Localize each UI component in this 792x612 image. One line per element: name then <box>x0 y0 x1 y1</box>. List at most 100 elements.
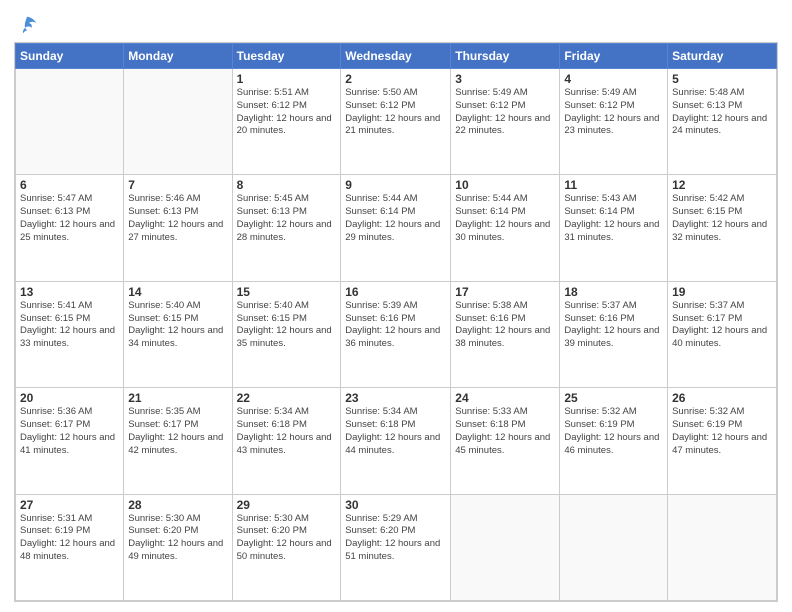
logo <box>14 14 38 36</box>
day-number: 6 <box>20 178 119 192</box>
day-info: Sunrise: 5:50 AM Sunset: 6:12 PM Dayligh… <box>345 87 446 138</box>
calendar-cell: 20Sunrise: 5:36 AM Sunset: 6:17 PM Dayli… <box>16 388 124 494</box>
calendar-cell: 7Sunrise: 5:46 AM Sunset: 6:13 PM Daylig… <box>124 175 232 281</box>
day-info: Sunrise: 5:49 AM Sunset: 6:12 PM Dayligh… <box>564 87 663 138</box>
calendar-cell: 12Sunrise: 5:42 AM Sunset: 6:15 PM Dayli… <box>668 175 777 281</box>
calendar-cell <box>560 494 668 600</box>
calendar: SundayMondayTuesdayWednesdayThursdayFrid… <box>14 42 778 602</box>
day-info: Sunrise: 5:51 AM Sunset: 6:12 PM Dayligh… <box>237 87 337 138</box>
day-of-week-header: Sunday <box>16 44 124 69</box>
day-info: Sunrise: 5:34 AM Sunset: 6:18 PM Dayligh… <box>237 406 337 457</box>
day-info: Sunrise: 5:44 AM Sunset: 6:14 PM Dayligh… <box>345 193 446 244</box>
day-info: Sunrise: 5:44 AM Sunset: 6:14 PM Dayligh… <box>455 193 555 244</box>
day-number: 21 <box>128 391 227 405</box>
day-of-week-header: Monday <box>124 44 232 69</box>
calendar-week-row: 27Sunrise: 5:31 AM Sunset: 6:19 PM Dayli… <box>16 494 777 600</box>
calendar-cell: 21Sunrise: 5:35 AM Sunset: 6:17 PM Dayli… <box>124 388 232 494</box>
day-info: Sunrise: 5:42 AM Sunset: 6:15 PM Dayligh… <box>672 193 772 244</box>
day-info: Sunrise: 5:34 AM Sunset: 6:18 PM Dayligh… <box>345 406 446 457</box>
day-number: 7 <box>128 178 227 192</box>
day-of-week-header: Wednesday <box>341 44 451 69</box>
day-info: Sunrise: 5:36 AM Sunset: 6:17 PM Dayligh… <box>20 406 119 457</box>
day-number: 24 <box>455 391 555 405</box>
calendar-cell: 25Sunrise: 5:32 AM Sunset: 6:19 PM Dayli… <box>560 388 668 494</box>
day-number: 20 <box>20 391 119 405</box>
day-info: Sunrise: 5:33 AM Sunset: 6:18 PM Dayligh… <box>455 406 555 457</box>
calendar-cell <box>668 494 777 600</box>
day-number: 16 <box>345 285 446 299</box>
calendar-cell: 22Sunrise: 5:34 AM Sunset: 6:18 PM Dayli… <box>232 388 341 494</box>
day-info: Sunrise: 5:47 AM Sunset: 6:13 PM Dayligh… <box>20 193 119 244</box>
day-number: 12 <box>672 178 772 192</box>
day-number: 28 <box>128 498 227 512</box>
calendar-cell: 13Sunrise: 5:41 AM Sunset: 6:15 PM Dayli… <box>16 281 124 387</box>
day-number: 13 <box>20 285 119 299</box>
day-info: Sunrise: 5:40 AM Sunset: 6:15 PM Dayligh… <box>237 300 337 351</box>
calendar-cell: 3Sunrise: 5:49 AM Sunset: 6:12 PM Daylig… <box>451 69 560 175</box>
day-of-week-header: Tuesday <box>232 44 341 69</box>
day-info: Sunrise: 5:46 AM Sunset: 6:13 PM Dayligh… <box>128 193 227 244</box>
day-number: 4 <box>564 72 663 86</box>
day-info: Sunrise: 5:45 AM Sunset: 6:13 PM Dayligh… <box>237 193 337 244</box>
day-number: 3 <box>455 72 555 86</box>
calendar-cell: 28Sunrise: 5:30 AM Sunset: 6:20 PM Dayli… <box>124 494 232 600</box>
day-of-week-header: Friday <box>560 44 668 69</box>
calendar-cell: 30Sunrise: 5:29 AM Sunset: 6:20 PM Dayli… <box>341 494 451 600</box>
calendar-cell: 23Sunrise: 5:34 AM Sunset: 6:18 PM Dayli… <box>341 388 451 494</box>
calendar-week-row: 13Sunrise: 5:41 AM Sunset: 6:15 PM Dayli… <box>16 281 777 387</box>
day-number: 1 <box>237 72 337 86</box>
day-number: 30 <box>345 498 446 512</box>
day-info: Sunrise: 5:32 AM Sunset: 6:19 PM Dayligh… <box>672 406 772 457</box>
day-number: 5 <box>672 72 772 86</box>
calendar-cell <box>16 69 124 175</box>
logo-bird-icon <box>16 14 38 36</box>
day-of-week-header: Thursday <box>451 44 560 69</box>
day-info: Sunrise: 5:30 AM Sunset: 6:20 PM Dayligh… <box>237 513 337 564</box>
calendar-cell: 14Sunrise: 5:40 AM Sunset: 6:15 PM Dayli… <box>124 281 232 387</box>
day-info: Sunrise: 5:31 AM Sunset: 6:19 PM Dayligh… <box>20 513 119 564</box>
day-info: Sunrise: 5:43 AM Sunset: 6:14 PM Dayligh… <box>564 193 663 244</box>
calendar-cell: 5Sunrise: 5:48 AM Sunset: 6:13 PM Daylig… <box>668 69 777 175</box>
day-number: 15 <box>237 285 337 299</box>
calendar-week-row: 20Sunrise: 5:36 AM Sunset: 6:17 PM Dayli… <box>16 388 777 494</box>
calendar-cell: 2Sunrise: 5:50 AM Sunset: 6:12 PM Daylig… <box>341 69 451 175</box>
calendar-cell: 15Sunrise: 5:40 AM Sunset: 6:15 PM Dayli… <box>232 281 341 387</box>
calendar-cell: 16Sunrise: 5:39 AM Sunset: 6:16 PM Dayli… <box>341 281 451 387</box>
day-number: 23 <box>345 391 446 405</box>
calendar-cell: 26Sunrise: 5:32 AM Sunset: 6:19 PM Dayli… <box>668 388 777 494</box>
day-info: Sunrise: 5:32 AM Sunset: 6:19 PM Dayligh… <box>564 406 663 457</box>
calendar-header-row: SundayMondayTuesdayWednesdayThursdayFrid… <box>16 44 777 69</box>
day-info: Sunrise: 5:40 AM Sunset: 6:15 PM Dayligh… <box>128 300 227 351</box>
day-of-week-header: Saturday <box>668 44 777 69</box>
day-number: 17 <box>455 285 555 299</box>
day-number: 26 <box>672 391 772 405</box>
day-info: Sunrise: 5:37 AM Sunset: 6:16 PM Dayligh… <box>564 300 663 351</box>
day-number: 19 <box>672 285 772 299</box>
calendar-cell: 11Sunrise: 5:43 AM Sunset: 6:14 PM Dayli… <box>560 175 668 281</box>
day-info: Sunrise: 5:38 AM Sunset: 6:16 PM Dayligh… <box>455 300 555 351</box>
calendar-cell <box>124 69 232 175</box>
day-number: 14 <box>128 285 227 299</box>
day-info: Sunrise: 5:35 AM Sunset: 6:17 PM Dayligh… <box>128 406 227 457</box>
day-number: 10 <box>455 178 555 192</box>
calendar-cell: 8Sunrise: 5:45 AM Sunset: 6:13 PM Daylig… <box>232 175 341 281</box>
day-info: Sunrise: 5:49 AM Sunset: 6:12 PM Dayligh… <box>455 87 555 138</box>
calendar-cell: 9Sunrise: 5:44 AM Sunset: 6:14 PM Daylig… <box>341 175 451 281</box>
calendar-cell: 4Sunrise: 5:49 AM Sunset: 6:12 PM Daylig… <box>560 69 668 175</box>
calendar-cell: 10Sunrise: 5:44 AM Sunset: 6:14 PM Dayli… <box>451 175 560 281</box>
calendar-cell: 29Sunrise: 5:30 AM Sunset: 6:20 PM Dayli… <box>232 494 341 600</box>
day-number: 9 <box>345 178 446 192</box>
day-info: Sunrise: 5:37 AM Sunset: 6:17 PM Dayligh… <box>672 300 772 351</box>
day-info: Sunrise: 5:48 AM Sunset: 6:13 PM Dayligh… <box>672 87 772 138</box>
calendar-cell: 6Sunrise: 5:47 AM Sunset: 6:13 PM Daylig… <box>16 175 124 281</box>
calendar-cell: 18Sunrise: 5:37 AM Sunset: 6:16 PM Dayli… <box>560 281 668 387</box>
day-number: 27 <box>20 498 119 512</box>
day-number: 8 <box>237 178 337 192</box>
calendar-cell: 24Sunrise: 5:33 AM Sunset: 6:18 PM Dayli… <box>451 388 560 494</box>
day-info: Sunrise: 5:39 AM Sunset: 6:16 PM Dayligh… <box>345 300 446 351</box>
calendar-week-row: 1Sunrise: 5:51 AM Sunset: 6:12 PM Daylig… <box>16 69 777 175</box>
day-number: 18 <box>564 285 663 299</box>
calendar-cell: 27Sunrise: 5:31 AM Sunset: 6:19 PM Dayli… <box>16 494 124 600</box>
day-number: 25 <box>564 391 663 405</box>
day-number: 2 <box>345 72 446 86</box>
